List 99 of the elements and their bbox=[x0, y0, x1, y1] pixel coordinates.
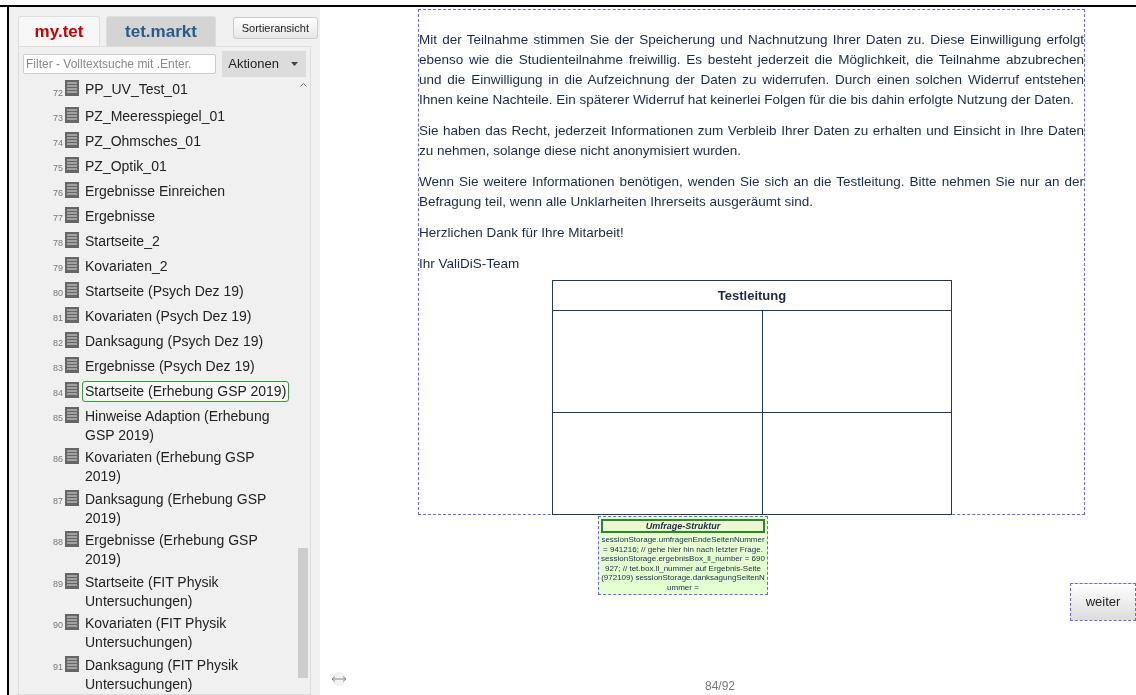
resize-handle-icon[interactable] bbox=[330, 672, 348, 686]
item-label: Ergebnisse Einreichen bbox=[84, 182, 227, 201]
item-number: 74 bbox=[53, 137, 63, 150]
code-box-title: Umfrage-Struktur bbox=[601, 519, 765, 533]
page-list-item[interactable]: 81 Kovariaten (Psych Dez 19) bbox=[19, 304, 296, 329]
document-icon bbox=[65, 382, 79, 398]
document-icon bbox=[65, 282, 79, 298]
item-label: Startseite (FIT Physik Untersuchungen) bbox=[84, 572, 220, 611]
document-icon bbox=[65, 357, 79, 373]
item-label: Ergebnisse (Psych Dez 19) bbox=[84, 357, 256, 376]
item-number: 73 bbox=[53, 112, 63, 125]
tab[interactable]: my.tet bbox=[18, 16, 100, 46]
item-label: Danksagung (FIT Physik Untersuchungen) bbox=[84, 655, 240, 694]
document-icon bbox=[65, 182, 79, 198]
item-number: 76 bbox=[53, 187, 63, 200]
item-number: 90 bbox=[53, 619, 63, 633]
page-list-item[interactable]: 89 Startseite (FIT Physik Untersuchungen) bbox=[19, 569, 296, 612]
scroll-up-icon[interactable] bbox=[299, 83, 307, 87]
document-icon bbox=[65, 614, 79, 631]
page-list-item[interactable]: 86 Kovariaten (Erhebung GSP 2019) bbox=[19, 445, 296, 487]
filter-field[interactable]: Filter - Volltextsuche mit .Enter. bbox=[23, 54, 217, 74]
document-icon bbox=[65, 157, 79, 173]
document-icon bbox=[65, 107, 79, 123]
item-label: PP_UV_Test_01 bbox=[84, 80, 189, 99]
page-list-item[interactable]: 77 Ergebnisse bbox=[19, 204, 296, 229]
item-label: Danksagung (Erhebung GSP 2019) bbox=[84, 489, 268, 528]
item-number: 81 bbox=[53, 312, 63, 325]
document-icon bbox=[65, 489, 79, 506]
document-icon bbox=[65, 655, 79, 672]
paragraph: Ihr ValiDiS-Team bbox=[419, 255, 521, 273]
page-list-item[interactable]: 73 PZ_Meeresspiegel_01 bbox=[19, 104, 296, 129]
document-icon bbox=[65, 448, 79, 465]
item-label: Hinweise Adaption (Erhebung GSP 2019) bbox=[84, 407, 271, 445]
document-icon bbox=[65, 531, 79, 548]
actions-dropdown[interactable]: Aktionen bbox=[222, 51, 306, 77]
item-label: Ergebnisse bbox=[84, 207, 157, 226]
document-icon bbox=[65, 332, 79, 348]
item-number: 83 bbox=[53, 362, 63, 375]
item-label: Startseite_2 bbox=[84, 232, 161, 251]
item-label: Kovariaten (Erhebung GSP 2019) bbox=[84, 448, 256, 487]
page-list-item[interactable]: 79 Kovariaten_2 bbox=[19, 254, 296, 279]
item-number: 85 bbox=[53, 412, 63, 425]
paragraph: Mit der Teilnahme stimmen Sie der Speicherung und Nachnutzung Ihrer Daten zu. Diese Einwilligung erfolgt ebenso wie die Studienteilnahme freiwillig. Es besteht jederzeit die Möglichkeit, die Teilnahme abzubrechen und die Einwilligung in die Aufzeichnung der Daten zu widerrufen. Durch einen solchen Widerruf entstehen Ihnen keine Nachteile. Ein späterer Widerruf hat keinerlei Folgen für die bis dahin erfolgte Nutzung der Daten. bbox=[419, 31, 1084, 109]
page-list-item[interactable]: 90 Kovariaten (FIT Physik Untersuchungen) bbox=[19, 611, 296, 653]
item-label: PZ_Meeresspiegel_01 bbox=[84, 107, 227, 126]
item-number: 91 bbox=[53, 660, 63, 674]
page-list-item[interactable]: 74 PZ_Ohmsches_01 bbox=[19, 129, 296, 154]
page-list-item[interactable]: 78 Startseite_2 bbox=[19, 229, 296, 254]
page-number: 84/92 bbox=[705, 678, 736, 695]
sort-view-button[interactable]: Sortieransicht bbox=[232, 17, 318, 39]
page-list-item[interactable]: 84 Startseite (Erhebung GSP 2019) bbox=[19, 379, 296, 404]
item-number: 80 bbox=[53, 287, 63, 300]
item-number: 87 bbox=[53, 494, 63, 508]
paragraph: Sie haben das Recht, jederzeit Informationen zum Verbleib Ihrer Daten zu erhalten und Einsicht in Ihre Daten zu nehmen, solange diese nicht anonymisiert wurden. bbox=[419, 122, 1084, 160]
code-box-text: sessionStorage.umfragenEndeSeitenNummer = 941216; // gehe hier hin nach letzter Frage. sessionStorage.ergebnisBox_ll_number = 690927; // tet.box.ll_nummer auf Ergebnis-Seite (972109) sessionStorage.danksagungSeitenNummer = bbox=[601, 534, 765, 592]
page-list-item[interactable]: 82 Danksagung (Psych Dez 19) bbox=[19, 329, 296, 354]
item-number: 79 bbox=[53, 262, 63, 275]
item-label: Danksagung (Psych Dez 19) bbox=[84, 332, 265, 351]
document-icon bbox=[65, 572, 79, 589]
document-icon bbox=[65, 132, 79, 148]
caret-icon bbox=[290, 62, 298, 66]
tab[interactable]: tet.markt bbox=[106, 16, 216, 46]
next-button[interactable]: weiter bbox=[1070, 583, 1136, 621]
document-icon bbox=[65, 207, 79, 223]
page-list-item[interactable]: 80 Startseite (Psych Dez 19) bbox=[19, 279, 296, 304]
item-number: 89 bbox=[53, 577, 63, 591]
page-list-item[interactable]: 76 Ergebnisse Einreichen bbox=[19, 179, 296, 204]
page-list-item[interactable]: 72 PP_UV_Test_01 bbox=[19, 79, 296, 104]
page-list-item[interactable]: 88 Ergebnisse (Erhebung GSP 2019) bbox=[19, 528, 296, 570]
page-list-item[interactable]: 75 PZ_Optik_01 bbox=[19, 154, 296, 179]
item-number: 86 bbox=[53, 453, 63, 467]
item-number: 77 bbox=[53, 212, 63, 225]
page-list-item[interactable]: 83 Ergebnisse (Psych Dez 19) bbox=[19, 354, 296, 379]
item-label: Kovariaten_2 bbox=[84, 257, 169, 276]
page-list-item[interactable]: 87 Danksagung (Erhebung GSP 2019) bbox=[19, 486, 296, 529]
item-number: 72 bbox=[53, 87, 63, 100]
item-number: 88 bbox=[53, 536, 63, 550]
document-icon bbox=[65, 307, 79, 323]
paragraph: Wenn Sie weitere Informationen benötigen, wenden Sie sich an die Testleitung. Bitte nehmen Sie nur an der Befragung teil, wenn alle Unklarheiten Ihrerseits ausgeräumt sind. bbox=[419, 173, 1084, 211]
item-label: Ergebnisse (Erhebung GSP 2019) bbox=[84, 531, 259, 570]
code-box[interactable] bbox=[598, 516, 768, 595]
item-label: Startseite (Psych Dez 19) bbox=[84, 282, 245, 301]
item-label: PZ_Ohmsches_01 bbox=[84, 132, 202, 151]
document-icon bbox=[65, 257, 79, 273]
scrollbar-thumb[interactable] bbox=[298, 548, 308, 678]
document-icon bbox=[65, 407, 79, 423]
item-number: 78 bbox=[53, 237, 63, 250]
item-number: 84 bbox=[53, 387, 63, 400]
item-label: Kovariaten (FIT Physik Untersuchungen) bbox=[84, 614, 228, 653]
page-list-item[interactable]: 91 Danksagung (FIT Physik Untersuchungen) bbox=[19, 652, 296, 694]
item-label: PZ_Optik_01 bbox=[84, 157, 168, 176]
item-label: Kovariaten (Psych Dez 19) bbox=[84, 307, 253, 326]
document-icon bbox=[65, 232, 79, 248]
page-list-item[interactable]: 85 Hinweise Adaption (Erhebung GSP 2019) bbox=[19, 404, 296, 446]
item-number: 75 bbox=[53, 162, 63, 175]
table-header: Testleitung bbox=[553, 281, 951, 311]
paragraph: Herzlichen Dank für Ihre Mitarbeit! bbox=[419, 224, 625, 242]
item-number: 82 bbox=[53, 337, 63, 350]
item-label: Startseite (Erhebung GSP 2019) bbox=[82, 381, 290, 402]
